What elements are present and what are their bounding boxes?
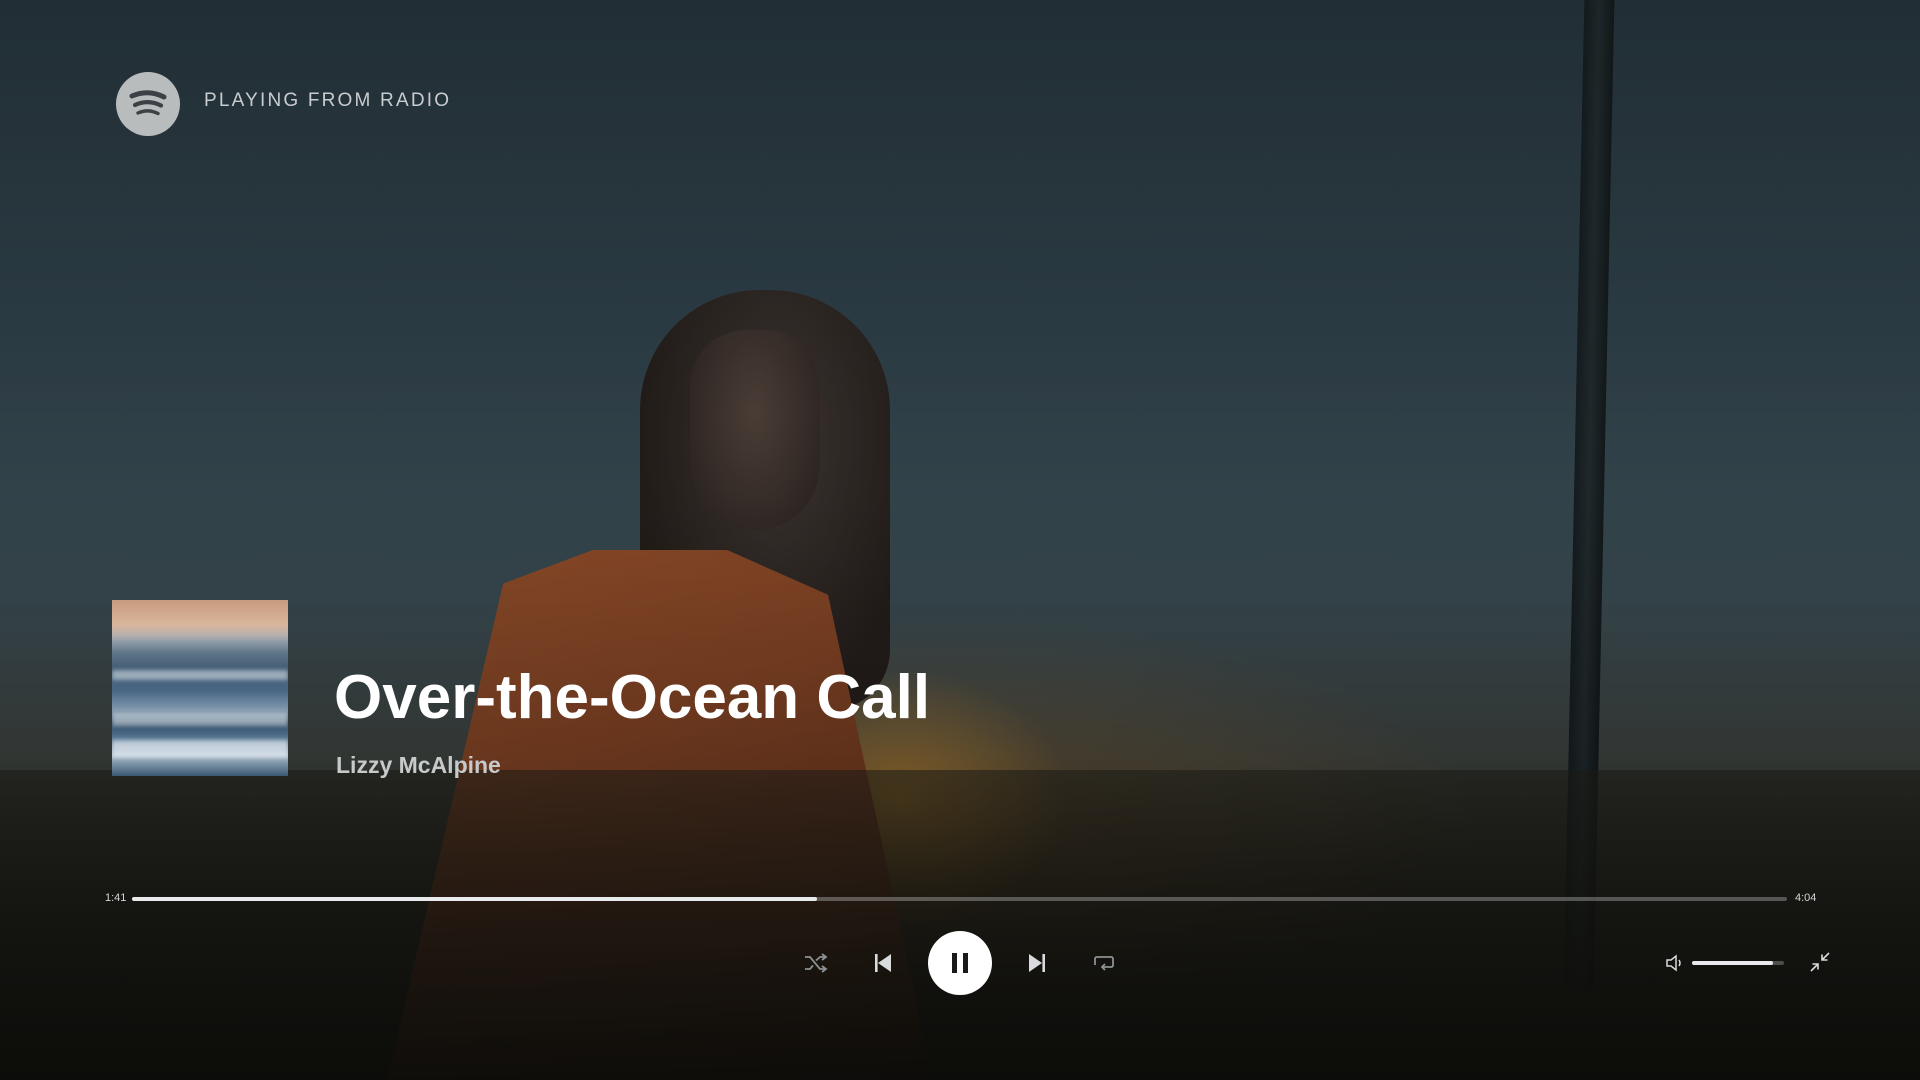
progress-bar[interactable]: [132, 897, 1787, 901]
album-art: [112, 600, 288, 776]
album-art-wave: [112, 740, 288, 758]
elapsed-time: 1:41: [105, 892, 127, 904]
spotify-logo-icon: [116, 72, 180, 136]
total-time: 4:04: [1795, 892, 1817, 904]
shuffle-icon: [805, 953, 828, 973]
playing-from-label[interactable]: PLAYING FROM RADIO: [204, 90, 451, 112]
volume-slider[interactable]: [1692, 961, 1784, 965]
previous-button[interactable]: [868, 950, 898, 976]
album-art-wave: [112, 712, 288, 726]
skip-next-icon: [1029, 954, 1045, 972]
volume-button[interactable]: [1664, 953, 1686, 973]
speaker-icon: [1666, 954, 1681, 972]
next-button[interactable]: [1022, 950, 1052, 976]
fullscreen-player: PLAYING FROM RADIO Over-the-Ocean Call L…: [0, 0, 1920, 1080]
pause-button[interactable]: [928, 931, 992, 995]
exit-fullscreen-icon: [1810, 952, 1830, 972]
repeat-icon: [1094, 956, 1114, 971]
repeat-button[interactable]: [1088, 950, 1120, 976]
track-artist[interactable]: Lizzy McAlpine: [336, 752, 501, 779]
exit-fullscreen-button[interactable]: [1806, 948, 1834, 976]
skip-previous-icon: [875, 954, 891, 972]
background-shade: [0, 0, 1920, 1080]
album-art-wave: [112, 670, 288, 680]
shuffle-button[interactable]: [800, 950, 832, 976]
track-title[interactable]: Over-the-Ocean Call: [334, 662, 930, 733]
pause-icon: [952, 953, 968, 973]
progress-bar-fill: [132, 897, 818, 901]
volume-slider-fill: [1692, 961, 1773, 965]
